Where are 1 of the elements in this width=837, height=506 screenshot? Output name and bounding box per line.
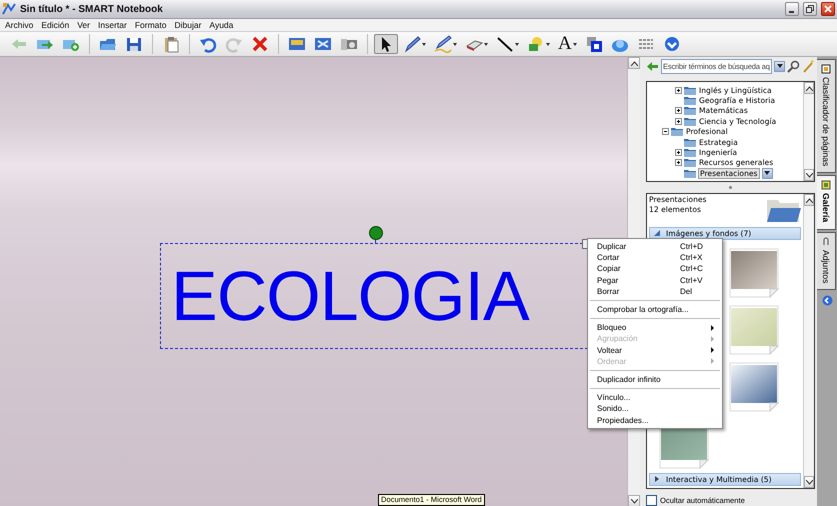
window-title: Sin título * - SMART Notebook [20,4,164,14]
